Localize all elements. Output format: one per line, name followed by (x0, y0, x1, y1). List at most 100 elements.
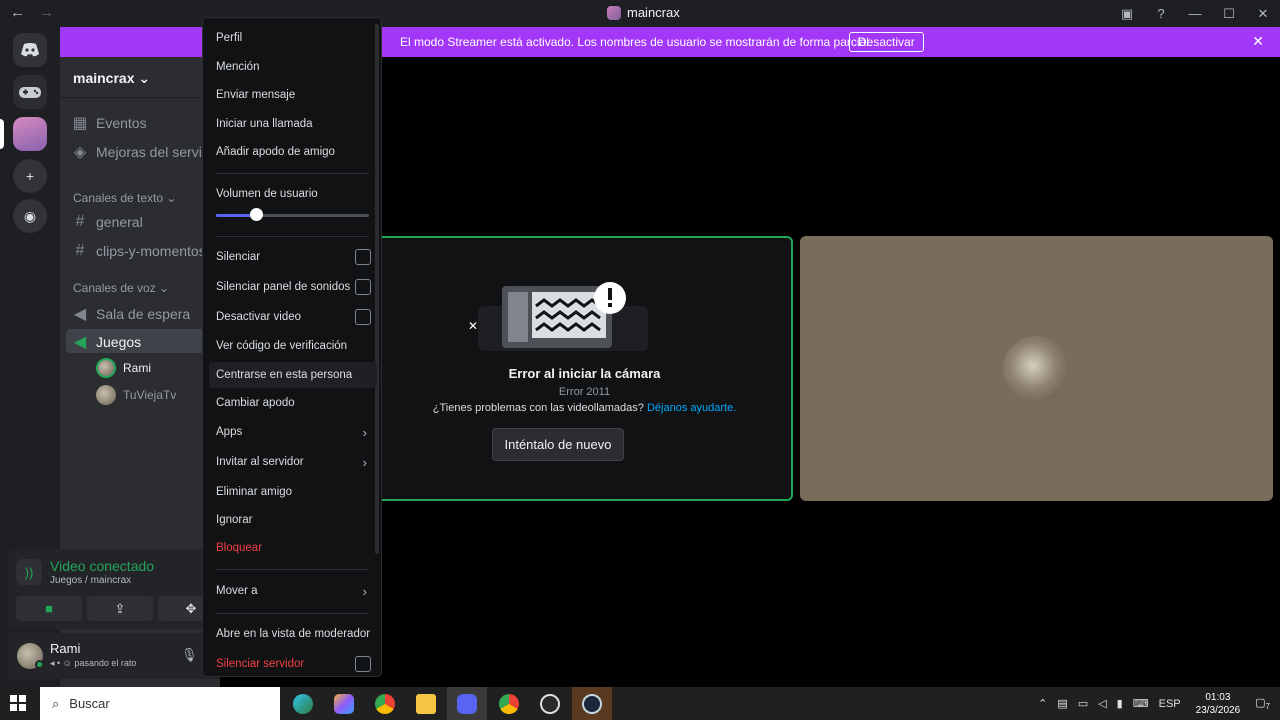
discord-taskbar-icon[interactable] (447, 687, 487, 720)
checkbox[interactable] (355, 279, 371, 295)
chrome-icon[interactable] (489, 687, 529, 720)
voice-status-title[interactable]: Video conectado (50, 558, 154, 574)
system-tray: ⌃ ▤ ▭ ◁ ▮ ⌨ ESP 01:03 23/3/2026 ▢7 (1033, 687, 1280, 720)
boosts-item[interactable]: ◈ Mejoras del servidor (72, 142, 222, 162)
volume-slider-knob[interactable] (249, 208, 263, 221)
menu-item-call[interactable]: Iniciar una llamada (209, 111, 377, 137)
inbox-icon[interactable]: ▣ (1110, 6, 1144, 22)
network-icon[interactable]: ▭ (1078, 697, 1088, 710)
nav-buttons: ← → (10, 4, 54, 21)
user-status: ◂ • ☺ pasando el rato (50, 658, 137, 668)
tray-app-icon[interactable]: ▤ (1057, 697, 1067, 710)
help-icon[interactable]: ? (1144, 6, 1178, 21)
broken-camera-illustration: ✕ (468, 282, 648, 351)
menu-item-mention[interactable]: Mención (209, 54, 377, 80)
server-thumb-icon (607, 5, 621, 20)
calendar-icon: ▦ (72, 115, 88, 132)
volume-icon[interactable]: ◁ (1098, 697, 1106, 710)
menu-separator (215, 613, 369, 614)
minimize-icon[interactable]: — (1178, 6, 1212, 21)
steam-icon[interactable] (572, 687, 612, 720)
menu-item-apps[interactable]: Apps › (209, 419, 377, 445)
speaker-icon: ◀ (73, 334, 87, 351)
maximize-icon[interactable]: ☐ (1212, 6, 1246, 22)
hash-icon: # (75, 242, 85, 259)
retry-button[interactable]: Inténtalo de nuevo (492, 428, 624, 461)
menu-item-block[interactable]: Bloquear (209, 535, 377, 561)
menu-item-focus[interactable]: Centrarse en esta persona (209, 362, 377, 388)
add-server-icon[interactable]: + (13, 159, 47, 193)
menu-item-mute[interactable]: Silenciar (209, 244, 377, 270)
menu-item-remove-friend[interactable]: Eliminar amigo (209, 479, 377, 505)
gamepad-server-icon[interactable] (13, 75, 47, 109)
channel-clips[interactable]: # clips-y-momentos (72, 242, 206, 260)
taskbar: ⌕ Buscar ⌃ ▤ ▭ ◁ ▮ ⌨ ESP 01:03 23/3/2026 ▢… (0, 687, 1280, 720)
channel-general[interactable]: # general (72, 213, 143, 231)
close-banner-icon[interactable]: ✕ (1252, 33, 1264, 50)
avatar (96, 385, 116, 405)
banner-text: El modo Streamer está activado. Los nomb… (400, 35, 873, 49)
edge-icon[interactable] (283, 687, 323, 720)
hash-icon: # (75, 213, 85, 230)
text-category[interactable]: Canales de texto ⌄ (73, 191, 176, 205)
microphone-icon[interactable]: ▮ (1117, 697, 1123, 710)
microphone-icon[interactable]: 🎙 (181, 647, 198, 663)
menu-item-mute-soundboard[interactable]: Silenciar panel de sonidos (209, 274, 377, 300)
notifications-icon[interactable]: ▢7 (1255, 696, 1270, 711)
menu-item-change-nick[interactable]: Cambiar apodo (209, 390, 377, 416)
menu-item-invite[interactable]: Invitar al servidor › (209, 449, 377, 475)
menu-item-mod-view[interactable]: Abre en la vista de moderador (209, 621, 377, 647)
compass-icon[interactable]: ◉ (13, 199, 47, 233)
menu-item-move[interactable]: Mover a › (209, 578, 377, 604)
server-name-header[interactable]: maincrax ⌄ (73, 70, 150, 87)
taskbar-search[interactable]: ⌕ Buscar (40, 687, 280, 720)
camera-error-help: ¿Tienes problemas con las videollamadas?… (432, 402, 737, 414)
forward-icon[interactable]: → (39, 4, 54, 21)
events-item[interactable]: ▦ Eventos (72, 113, 146, 133)
activities-icon: ✥ (185, 600, 197, 616)
volume-slider[interactable] (216, 214, 369, 217)
camera-button[interactable]: ■ (16, 596, 82, 621)
channel-juegos[interactable]: ◀ Juegos (72, 332, 141, 352)
checkbox[interactable] (355, 656, 371, 672)
camera-error-code: Error 2011 (558, 386, 611, 398)
keyboard-icon[interactable]: ⌨ (1133, 697, 1149, 710)
maincrax-server-icon[interactable] (13, 117, 47, 151)
menu-item-ignore[interactable]: Ignorar (209, 507, 377, 533)
help-link[interactable]: Déjanos ayudarte. (647, 402, 736, 414)
checkbox[interactable] (355, 309, 371, 325)
menu-separator (215, 569, 369, 570)
voice-user-tuviejatv[interactable]: TuViejaTv (96, 385, 176, 405)
user-video-tile[interactable] (800, 236, 1273, 501)
menu-item-nickname[interactable]: Añadir apodo de amigo (209, 139, 377, 165)
language-indicator[interactable]: ESP (1159, 698, 1181, 710)
chevron-up-icon[interactable]: ⌃ (1038, 697, 1047, 710)
disable-streamer-button[interactable]: Desactivar (849, 32, 924, 52)
windows-start-icon[interactable] (10, 695, 26, 711)
menu-item-profile[interactable]: Perfil (209, 25, 377, 51)
chevron-right-icon: › (362, 583, 367, 599)
avatar (96, 358, 116, 378)
camera-error-title: Error al iniciar la cámara (508, 366, 661, 381)
search-icon: ⌕ (52, 695, 60, 711)
menu-item-server-mute[interactable]: Silenciar servidor (209, 651, 377, 676)
menu-item-verification[interactable]: Ver código de verificación (209, 333, 377, 359)
discord-home-icon[interactable] (13, 33, 47, 67)
clock[interactable]: 01:03 23/3/2026 (1196, 691, 1241, 717)
chrome-icon[interactable] (365, 687, 405, 720)
channel-sala-espera[interactable]: ◀ Sala de espera (72, 304, 190, 324)
divider (60, 97, 220, 98)
voice-user-rami[interactable]: Rami (96, 358, 151, 378)
checkbox[interactable] (355, 249, 371, 265)
active-server-pill (0, 119, 4, 149)
close-window-icon[interactable]: ✕ (1246, 6, 1280, 22)
menu-item-disable-video[interactable]: Desactivar video (209, 304, 377, 330)
copilot-icon[interactable] (324, 687, 364, 720)
menu-item-message[interactable]: Enviar mensaje (209, 82, 377, 108)
back-icon[interactable]: ← (10, 4, 25, 21)
screen-share-button[interactable]: ⇪ (87, 596, 153, 621)
voice-category[interactable]: Canales de voz ⌄ (73, 281, 169, 295)
window-title: maincrax (607, 5, 680, 20)
obs-icon[interactable] (530, 687, 570, 720)
file-explorer-icon[interactable] (406, 687, 446, 720)
